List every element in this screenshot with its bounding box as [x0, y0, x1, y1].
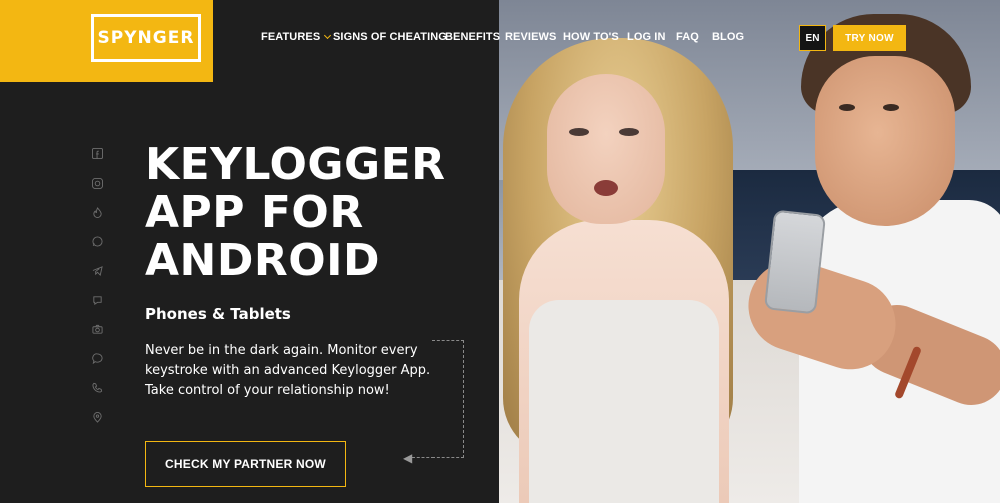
- nav-item-benefits[interactable]: BENEFITS: [445, 31, 500, 43]
- telegram-icon[interactable]: [90, 263, 104, 277]
- try-now-button[interactable]: TRY NOW: [833, 25, 906, 51]
- phone-icon[interactable]: [90, 380, 104, 394]
- nav-item-features[interactable]: FEATURES: [261, 31, 332, 43]
- nav-item-blog[interactable]: BLOG: [712, 31, 744, 43]
- viber-icon[interactable]: [90, 293, 104, 307]
- arrow-left-icon: ◀: [403, 451, 413, 465]
- man-eye-right: [883, 104, 899, 111]
- nav-label-features: FEATURES: [261, 31, 321, 43]
- tinder-icon[interactable]: [90, 205, 104, 219]
- nav-item-log-in[interactable]: LOG IN: [627, 31, 666, 43]
- nav-item-signs-of-cheating[interactable]: SIGNS OF CHEATING: [333, 31, 447, 43]
- instagram-icon[interactable]: [90, 176, 104, 190]
- decorative-dashed-line: [432, 340, 464, 458]
- nav-item-how-tos[interactable]: HOW TO'S: [563, 31, 619, 43]
- camera-icon[interactable]: [90, 322, 104, 336]
- check-my-partner-button[interactable]: CHECK MY PARTNER NOW: [145, 441, 346, 487]
- nav-item-reviews[interactable]: REVIEWS: [505, 31, 556, 43]
- hero-title: KEYLOGGER APP FOR ANDROID: [145, 139, 446, 286]
- nav-item-faq[interactable]: FAQ: [676, 31, 699, 43]
- chevron-down-icon: [324, 31, 332, 40]
- decorative-dashed-line-end: [412, 457, 434, 458]
- woman-eye-right: [619, 128, 639, 136]
- hero-subtitle: Phones & Tablets: [145, 305, 291, 323]
- hero-description: Never be in the dark again. Monitor ever…: [145, 343, 431, 398]
- man-eye-left: [839, 104, 855, 111]
- woman-eye-left: [569, 128, 589, 136]
- woman-face: [547, 74, 665, 224]
- woman-mouth: [594, 180, 618, 196]
- man-face: [815, 56, 955, 226]
- logo[interactable]: SPYNGER: [91, 14, 201, 62]
- language-selector[interactable]: EN: [799, 25, 826, 51]
- smartphone: [763, 209, 827, 315]
- whatsapp-icon[interactable]: [90, 234, 104, 248]
- logo-container: SPYNGER: [0, 0, 213, 82]
- location-icon[interactable]: [90, 410, 104, 424]
- facebook-icon[interactable]: [90, 146, 104, 160]
- hero-photo: [499, 0, 1000, 503]
- messenger-icon[interactable]: [90, 351, 104, 365]
- woman-top: [529, 300, 719, 503]
